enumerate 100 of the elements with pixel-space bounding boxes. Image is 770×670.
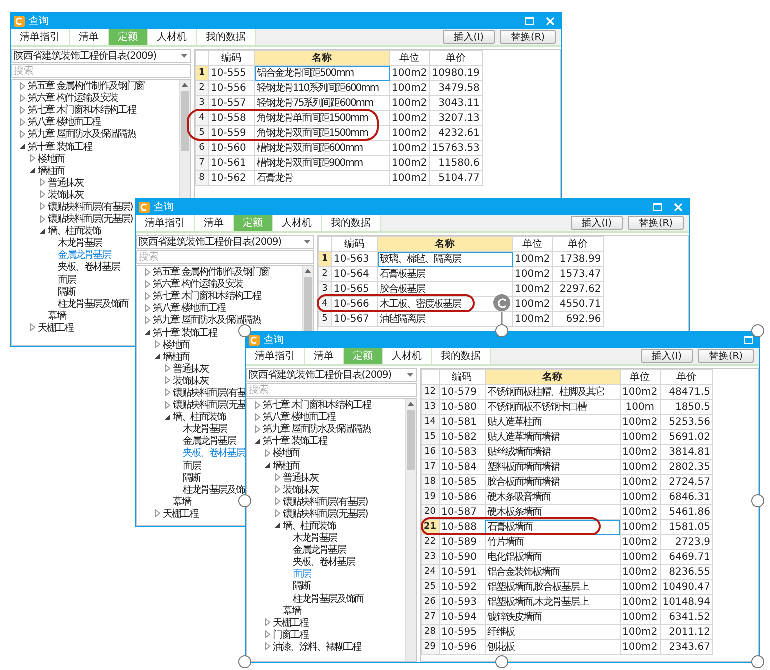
table-cell: 10-565 [332, 282, 378, 296]
table-cell: 贴人造革墙面墙裙 [485, 430, 620, 444]
table-cell: 石膏板墙面 [485, 520, 620, 534]
table-cell: 不锈钢面板不锈钢卡口槽 [485, 400, 620, 414]
table-cell: 100m2 [390, 110, 430, 126]
table-cell: 硬木条吸音墙面 [485, 490, 620, 504]
table-cell: 100m2 [620, 384, 660, 400]
table-cell: 硬木板条墙面 [485, 504, 620, 520]
table-cell: 10-596 [439, 640, 486, 654]
table-cell: 48471.5 [660, 384, 713, 400]
table-cell: 铝塑板墙面,胶合板基层上 [485, 580, 620, 594]
table-cell: 692.96 [552, 312, 604, 326]
table-cell: 6846.31 [660, 490, 713, 504]
table-cell: 6341.52 [660, 610, 713, 624]
table-cell: 竹片墙面 [485, 534, 620, 550]
table-cell: 贴丝绒墙面墙裙 [485, 444, 620, 460]
table-cell: 100m2 [512, 282, 553, 296]
table-cell: 1573.47 [552, 266, 604, 282]
table-cell: 10-580 [439, 400, 486, 414]
table-cell: 纤维板 [485, 624, 620, 640]
table-cell: 15763.53 [430, 140, 482, 156]
table-cell: 100m2 [390, 66, 430, 80]
table-cell: 100m2 [512, 296, 553, 312]
table-cell: 100m2 [620, 640, 660, 654]
table-cell: 10-586 [439, 490, 486, 504]
table-cell: 8236.55 [660, 564, 713, 580]
table-cell: 塑料板面墙面墙裙 [485, 460, 620, 474]
table-cell: 2802.35 [660, 460, 713, 474]
table-cell: 刨花板 [485, 640, 620, 654]
table-cell: 3043.11 [430, 96, 482, 110]
table-cell: 100m2 [620, 594, 660, 610]
table-cell: 4232.61 [430, 126, 482, 140]
table-cell: 100m2 [620, 490, 660, 504]
table-cell: 100m2 [390, 80, 430, 96]
table-cell: 10980.19 [430, 66, 482, 80]
table-cell: 6469.71 [660, 550, 713, 564]
table-cell: 100m2 [620, 444, 660, 460]
table-cell: 镀锌铁皮墙面 [485, 610, 620, 624]
table-cell: 10-593 [439, 594, 486, 610]
table-cell: 100m2 [620, 520, 660, 534]
table-cell: 100m2 [620, 430, 660, 444]
table-cell: 10-592 [439, 580, 486, 594]
table-cell: 2724.57 [660, 474, 713, 490]
table-cell: 100m2 [620, 414, 660, 430]
table-cell: 10-579 [439, 384, 486, 400]
table-cell: 角钢龙骨单面间距1500mm [254, 110, 390, 126]
table-cell: 10-585 [439, 474, 486, 490]
table-cell: 10-590 [439, 550, 486, 564]
table-cell: 铝合金装饰板墙面 [485, 564, 620, 580]
table-cell: 石膏龙骨 [254, 170, 390, 186]
table-cell: 100m2 [620, 624, 660, 640]
table-cell: 10-561 [208, 156, 254, 170]
table-cell: 10-581 [439, 414, 486, 430]
window-title: 查询 [154, 200, 174, 214]
table-cell: 10-556 [208, 80, 254, 96]
table-cell: 10-595 [439, 624, 486, 640]
table-cell: 贴人造革柱面 [485, 414, 620, 430]
table-cell: 2297.62 [552, 282, 604, 296]
table-cell: 10-582 [439, 430, 486, 444]
table-cell: 100m2 [390, 140, 430, 156]
table-cell: 100m2 [620, 504, 660, 520]
table-cell: 1581.05 [660, 520, 713, 534]
table-cell: 5104.77 [430, 170, 482, 186]
table-cell: 100m2 [390, 126, 430, 140]
table-cell: 100m2 [390, 96, 430, 110]
table-cell: 10148.94 [660, 594, 713, 610]
table-cell: 铝合金龙骨间距500mm [254, 66, 390, 80]
table-cell: 100m2 [390, 170, 430, 186]
window-title: 查询 [29, 14, 49, 28]
table-cell: 轻钢龙骨110系列间距600mm [254, 80, 390, 96]
table-cell: 10-564 [332, 266, 378, 282]
table-cell: 2723.9 [660, 534, 713, 550]
table-cell: 10-584 [439, 460, 486, 474]
table-cell: 100m2 [620, 550, 660, 564]
table-cell: 100m2 [390, 156, 430, 170]
table-cell: 10-583 [439, 444, 486, 460]
table-cell: 10-555 [208, 66, 254, 80]
table-cell: 槽钢龙骨双面间距600mm [254, 140, 390, 156]
table-cell: 槽钢龙骨双面间距900mm [254, 156, 390, 170]
table-cell: 100m2 [620, 610, 660, 624]
table-cell: 100m2 [512, 266, 553, 282]
table-cell: 铝塑板墙面,木龙骨基层上 [485, 594, 620, 610]
table-cell: 100m2 [512, 252, 553, 266]
table-cell: 5461.86 [660, 504, 713, 520]
table-cell: 10-567 [332, 312, 378, 326]
window-title: 查询 [264, 334, 284, 347]
table-cell: 1738.99 [552, 252, 604, 266]
table-cell: 10-558 [208, 110, 254, 126]
table-cell: 10-589 [439, 534, 486, 550]
table-cell: 2011.12 [660, 624, 713, 640]
table-cell: 4550.71 [552, 296, 604, 312]
table-cell: 100m2 [620, 564, 660, 580]
table-cell: 5253.56 [660, 414, 713, 430]
table-cell: 10-594 [439, 610, 486, 624]
table-cell: 11580.6 [430, 156, 482, 170]
table-cell: 1850.5 [660, 400, 713, 414]
table-cell: 2343.67 [660, 640, 713, 654]
table-cell: 不锈钢面板柱帽、柱脚及其它 [485, 384, 620, 400]
table-cell: 100m2 [620, 534, 660, 550]
table-cell: 5691.02 [660, 430, 713, 444]
